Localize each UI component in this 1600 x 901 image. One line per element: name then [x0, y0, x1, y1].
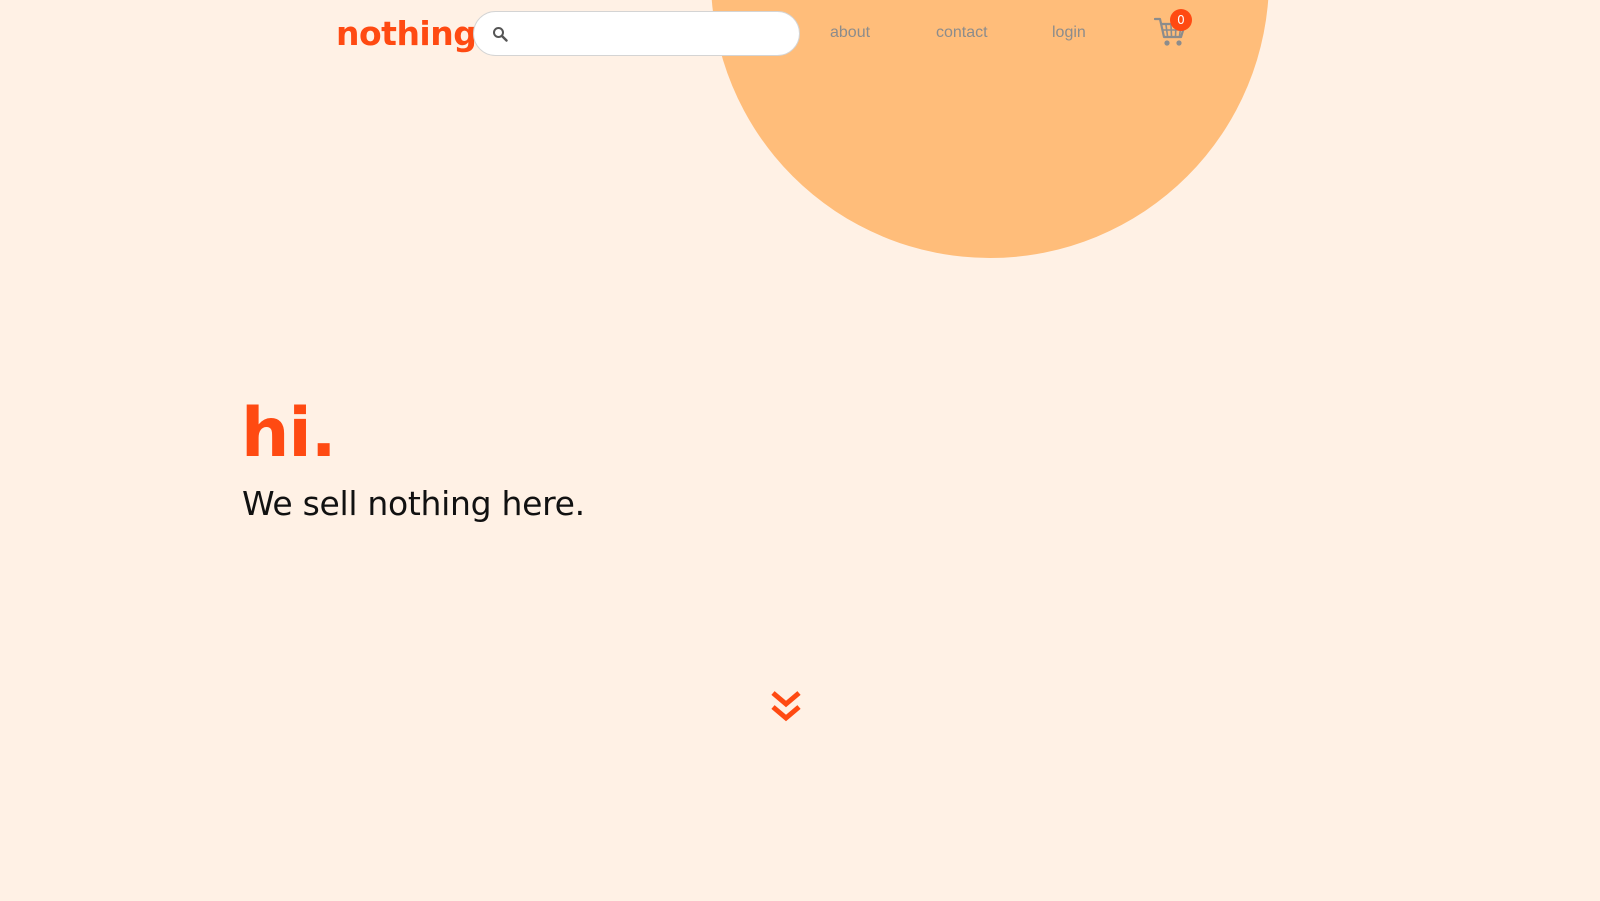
double-chevron-down-icon	[771, 691, 801, 722]
hero-title: hi.	[241, 394, 337, 473]
hero-subtitle: We sell nothing here.	[242, 484, 585, 523]
search-bar[interactable]	[473, 11, 800, 56]
page: nothing about contact login 0 hi. We sel…	[0, 0, 1568, 901]
nav-about-link[interactable]: about	[830, 21, 870, 45]
logo[interactable]: nothing	[336, 12, 477, 56]
cart-count-badge: 0	[1170, 9, 1192, 31]
nav-login-link[interactable]: login	[1052, 21, 1086, 45]
nav-contact-link[interactable]: contact	[936, 21, 988, 45]
search-icon	[490, 24, 510, 44]
search-input[interactable]	[518, 13, 783, 54]
scroll-down-button[interactable]	[769, 690, 803, 726]
